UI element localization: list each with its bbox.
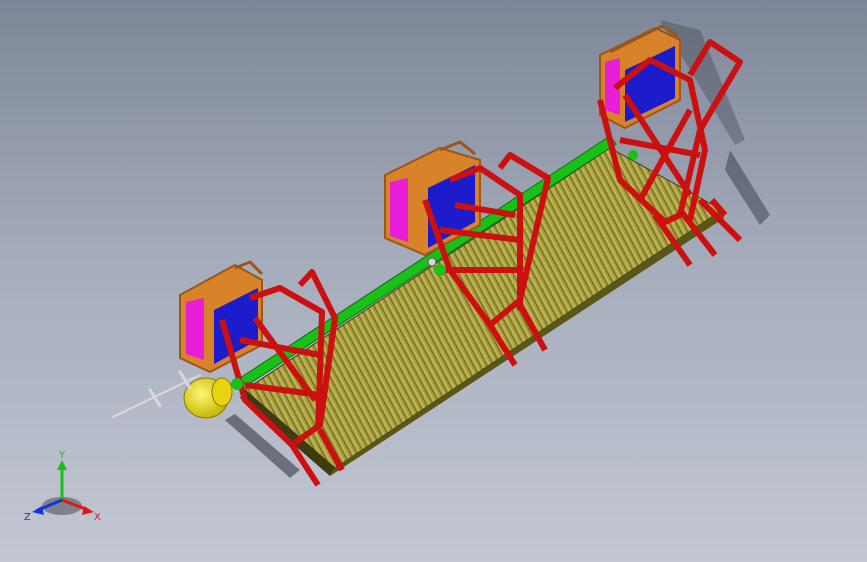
roller-2 <box>427 257 437 267</box>
gear-3 <box>628 150 638 160</box>
drive-motor[interactable] <box>183 377 243 419</box>
gear-2 <box>434 264 446 276</box>
hopper-1[interactable] <box>179 260 264 374</box>
y-axis-arrow-icon <box>57 460 67 470</box>
z-axis-arrow-icon <box>32 506 44 515</box>
orientation-triad: Y X Z <box>24 450 101 523</box>
model-viewport[interactable] <box>0 0 867 562</box>
z-axis-label: Z <box>24 512 31 523</box>
y-axis-label: Y <box>58 450 66 461</box>
x-axis-label: X <box>94 512 101 523</box>
x-axis-arrow-icon <box>82 506 94 515</box>
